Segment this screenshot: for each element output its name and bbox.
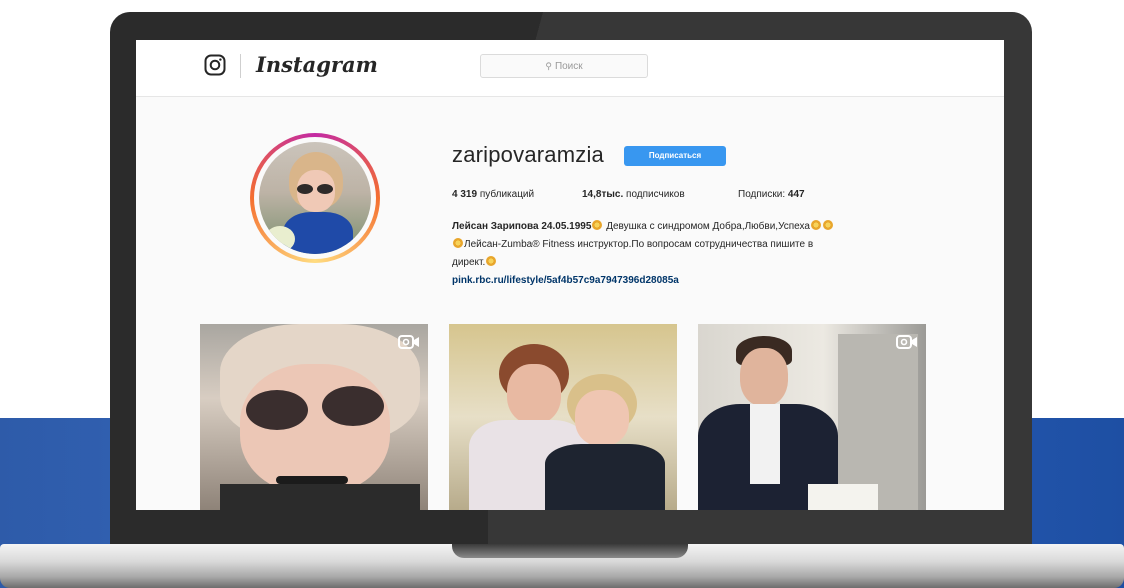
- post-man-shirt: [750, 404, 780, 484]
- bio-full-name: Лейсан Зарипова 24.05.1995: [452, 221, 592, 232]
- post-person-right-body: [545, 444, 665, 510]
- emoji-icon: [486, 256, 497, 266]
- post-thumbnail[interactable]: [200, 324, 428, 510]
- laptop-screen: Instagram ⚲ Поиск zaripovaramzia Подписат…: [136, 40, 1004, 510]
- profile-avatar-ring[interactable]: [250, 133, 380, 263]
- stat-posts[interactable]: 4 319 публикаций: [452, 189, 534, 200]
- following-count: 447: [787, 189, 805, 200]
- search-input[interactable]: ⚲ Поиск: [480, 54, 648, 78]
- post-face: [240, 364, 390, 494]
- laptop-base: [0, 544, 1124, 588]
- post-thumbnail[interactable]: [449, 324, 677, 510]
- profile-bio: Лейсан Зарипова 24.05.1995 Девушка с син…: [452, 218, 942, 290]
- instagram-camera-icon[interactable]: [204, 54, 226, 76]
- post-thumbnail[interactable]: [698, 324, 926, 510]
- bio-text-3: директ.: [452, 257, 486, 268]
- stat-followers[interactable]: 14,8тыс. подписчиков: [582, 189, 685, 200]
- bio-text-2: Лейсан-Zumba® Fitness инструктор.По вопр…: [464, 239, 814, 250]
- followers-label: подписчиков: [626, 189, 685, 200]
- avatar-gap: [254, 137, 376, 259]
- post-choker: [276, 476, 348, 484]
- following-label: Подписки:: [738, 189, 786, 200]
- emoji-icon: [810, 220, 821, 230]
- post-sunglasses-left: [246, 390, 308, 430]
- avatar-sunglasses-right: [317, 184, 333, 194]
- bio-line-2: Лейсан-Zumba® Fitness инструктор.По вопр…: [452, 236, 942, 254]
- profile-avatar: [259, 142, 371, 254]
- instagram-header: Instagram ⚲ Поиск: [136, 40, 1004, 97]
- emoji-icon: [453, 238, 463, 248]
- video-icon: [398, 335, 419, 349]
- post-person-right-face: [575, 390, 629, 446]
- follow-button[interactable]: Подписаться: [624, 146, 726, 166]
- bio-line-3: директ.: [452, 254, 942, 272]
- bio-link[interactable]: pink.rbc.ru/lifestyle/5af4b57c9a7947396d…: [452, 275, 679, 286]
- search-placeholder: Поиск: [554, 61, 583, 72]
- post-shirt: [220, 484, 420, 510]
- instagram-wordmark[interactable]: Instagram: [256, 50, 378, 80]
- avatar-flowers: [265, 226, 295, 252]
- posts-count: 4 319: [452, 189, 478, 200]
- post-sunglasses-right: [322, 386, 384, 426]
- post-papers: [808, 484, 878, 510]
- followers-count: 14,8тыс.: [582, 189, 624, 200]
- header-divider: [240, 54, 241, 78]
- search-icon: ⚲: [545, 61, 552, 71]
- posts-label: публикаций: [479, 189, 535, 200]
- emoji-icon: [592, 220, 603, 230]
- bio-line-1: Лейсан Зарипова 24.05.1995 Девушка с син…: [452, 218, 942, 236]
- bio-line-4: pink.rbc.ru/lifestyle/5af4b57c9a7947396d…: [452, 272, 942, 290]
- profile-username: zaripovaramzia: [452, 142, 604, 167]
- bio-text-1: Девушка с синдромом Добра,Любви,Успеха: [606, 221, 810, 232]
- video-icon: [896, 335, 917, 349]
- laptop-base-notch: [452, 544, 688, 558]
- post-person-left-face: [507, 364, 561, 424]
- emoji-icon: [822, 220, 833, 230]
- post-man-face: [740, 348, 788, 406]
- stat-following[interactable]: Подписки: 447: [738, 189, 805, 200]
- avatar-sunglasses-left: [297, 184, 313, 194]
